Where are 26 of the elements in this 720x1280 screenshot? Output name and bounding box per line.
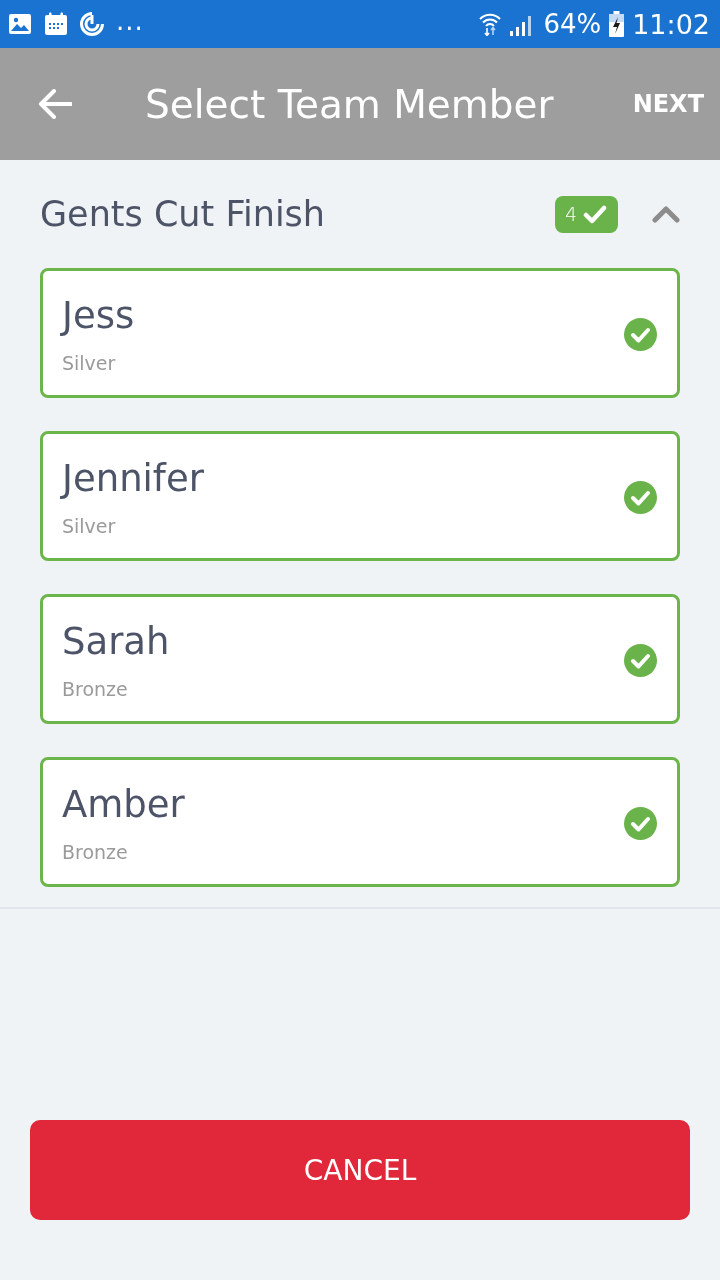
member-level-label: Silver — [62, 351, 116, 375]
member-level-label: Silver — [62, 514, 116, 538]
battery-percent: 64% — [543, 11, 602, 37]
ring-icon — [80, 12, 104, 36]
member-level-label: Bronze — [62, 840, 128, 864]
section-title: Gents Cut Finish — [40, 194, 326, 234]
more-notifications-text: ... — [116, 8, 144, 34]
team-member-card[interactable]: Jess Silver — [40, 268, 680, 398]
member-name: Jess — [62, 293, 135, 339]
image-icon — [8, 12, 32, 36]
member-name: Jennifer — [62, 456, 204, 502]
battery-charging-icon — [609, 11, 625, 37]
member-name: Sarah — [62, 619, 170, 665]
back-arrow-icon — [38, 89, 72, 119]
team-member-card[interactable]: Jennifer Silver — [40, 431, 680, 561]
team-member-card[interactable]: Sarah Bronze — [40, 594, 680, 724]
screen-title: Select Team Member — [145, 81, 554, 127]
cancel-button[interactable]: CANCEL — [30, 1120, 690, 1220]
member-level-label: Bronze — [62, 677, 128, 701]
member-name: Amber — [62, 782, 185, 828]
check-icon — [583, 204, 608, 224]
selected-count: 4 — [565, 203, 578, 225]
clock: 11:02 — [632, 10, 710, 38]
calendar-icon — [44, 12, 68, 36]
wifi-icon — [479, 12, 502, 36]
team-member-card[interactable]: Amber Bronze — [40, 757, 680, 887]
